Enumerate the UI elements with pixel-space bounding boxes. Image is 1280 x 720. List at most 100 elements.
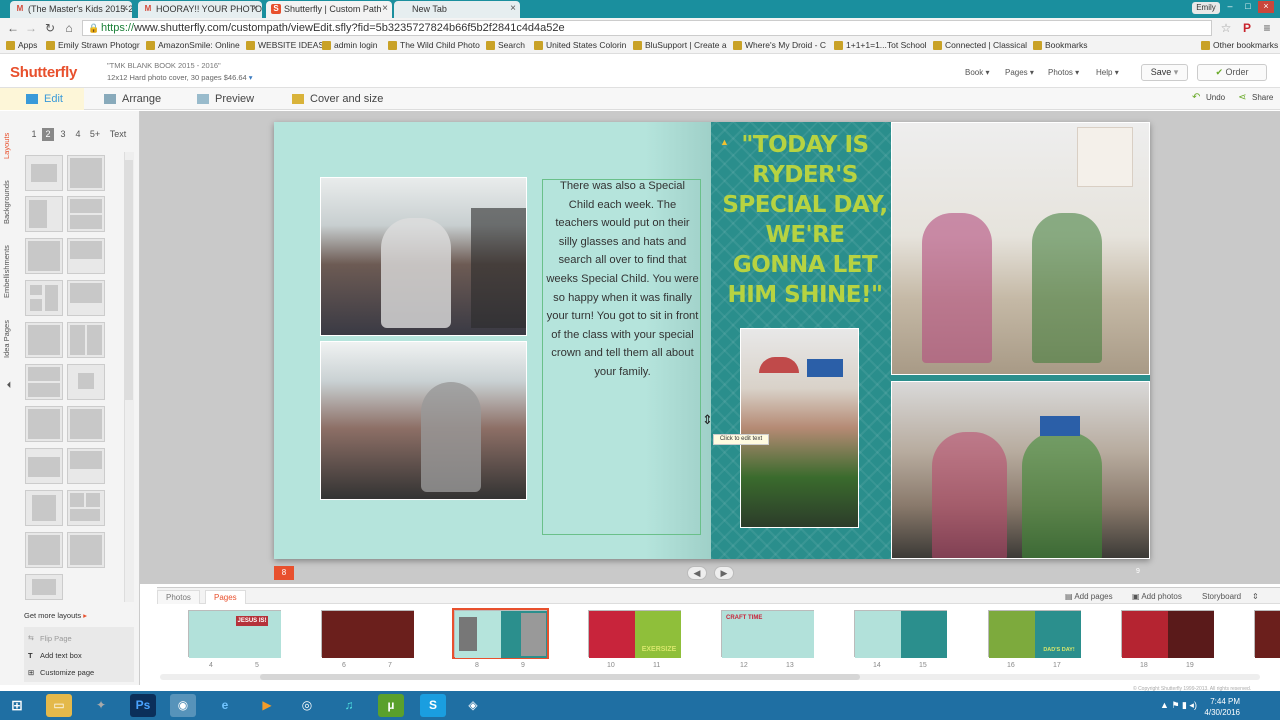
browser-tab-3[interactable]: S Shutterfly | Custom Path × [266,1,392,18]
layout-thumbnail[interactable] [25,490,63,526]
bookmark-apps[interactable]: Apps [6,40,37,50]
project-subtitle[interactable]: 12x12 Hard photo cover, 30 pages $46.64 … [107,73,253,82]
browser-tab-2[interactable]: M HOORAY!! YOUR PHOTO × [138,1,262,18]
menu-icon[interactable]: ≡ [1260,21,1274,35]
layout-thumbnail[interactable] [25,238,63,274]
bookmark-item[interactable]: United States Colorin [534,40,626,50]
bookmark-other[interactable]: Other bookmarks [1201,40,1278,50]
app-circle-icon[interactable]: ◎ [294,694,320,717]
layout-thumbnail[interactable] [25,574,63,600]
spread-thumbnail-10-11[interactable]: EXERSIZE [588,610,681,658]
layout-thumbnail[interactable] [67,364,105,400]
collapse-panel-icon[interactable]: ⏴ [2,380,16,392]
url-input[interactable]: 🔒 https://www.shutterfly.com/custompath/… [82,20,1212,36]
bookmark-item[interactable]: AmazonSmile: Online [146,40,240,50]
prev-page-button[interactable]: ◀ [687,566,707,580]
bookmark-item[interactable]: Emily Strawn Photogr [46,40,140,50]
spread-thumbnail-16-17[interactable]: DAD'S DAY! [988,610,1081,658]
close-icon[interactable]: × [122,3,128,14]
layout-thumbnail[interactable] [25,280,63,316]
add-text-box-button[interactable]: T Add text box [28,651,82,660]
storyboard-button[interactable]: Storyboard [1202,592,1241,601]
layout-thumbnail[interactable] [67,532,105,568]
save-button[interactable]: Save ▾ [1141,64,1188,81]
tab-photos[interactable]: Photos [157,590,200,604]
start-icon[interactable]: ⊞ [4,694,30,717]
undo-button[interactable]: ↶ Undo [1192,92,1225,103]
skype-icon[interactable]: S [420,694,446,717]
minimize-icon[interactable]: – [1222,1,1238,13]
layout-thumbnail[interactable] [67,155,105,191]
bookmark-item[interactable]: Where's My Droid - C [733,40,826,50]
close-icon[interactable]: × [252,3,258,14]
menu-pages[interactable]: Pages ▾ [1005,68,1034,77]
tab-cover-size[interactable]: Cover and size [292,93,383,105]
headphones-icon[interactable]: ♫ [336,694,362,717]
layout-tab-1[interactable]: 1 [28,128,40,141]
maximize-icon[interactable]: □ [1240,1,1256,13]
spread-thumbnail-12-13[interactable]: CRAFT TIME [721,610,814,658]
bookmark-item[interactable]: admin login [322,40,377,50]
forward-icon[interactable]: → [24,21,38,35]
chrome-icon[interactable]: ◉ [170,694,196,717]
spread-thumbnail-4-5[interactable]: JESUS IS! [188,610,281,658]
layout-thumbnail[interactable] [25,155,63,191]
home-icon[interactable]: ⌂ [62,21,76,35]
expand-icon[interactable]: ⇕ [1252,592,1259,601]
vtab-backgrounds[interactable]: Backgrounds [2,176,16,228]
tab-preview[interactable]: Preview [197,93,254,105]
layout-tab-text[interactable]: Text [106,128,130,141]
spread-thumbnail-14-15[interactable] [854,610,947,658]
photo-classroom-1[interactable] [320,177,527,336]
body-text[interactable]: There was also a Special Child each week… [546,177,699,382]
layout-thumbnail[interactable] [67,490,105,526]
layout-tab-5plus[interactable]: 5+ [87,128,103,141]
app-icon[interactable]: ✦ [88,694,114,717]
star-icon[interactable]: ☆ [1219,21,1233,35]
file-explorer-icon[interactable]: ▭ [46,694,72,717]
add-photos-button[interactable]: ▣ Add photos [1132,592,1182,601]
clock-date[interactable]: 4/30/2016 [1204,708,1240,717]
photo-classroom-2[interactable] [320,341,527,500]
layout-thumbnail[interactable] [67,238,105,274]
spread-thumbnail-8-9[interactable] [452,608,549,659]
profile-chip[interactable]: Emily [1192,2,1220,14]
next-page-button[interactable]: ▶ [714,566,734,580]
layout-thumbnail[interactable] [25,322,63,358]
project-title[interactable]: "TMK BLANK BOOK 2015 - 2016" [107,61,221,70]
bookmark-item[interactable]: Bookmarks [1033,40,1088,50]
spread-thumbnail-partial[interactable] [1254,610,1280,658]
photoshop-icon[interactable]: Ps [130,694,156,717]
layout-thumbnail[interactable] [25,364,63,400]
spread-thumbnail-6-7[interactable] [321,610,414,658]
layout-thumbnail[interactable] [67,406,105,442]
layout-thumbnail[interactable] [25,406,63,442]
vtab-embellishments[interactable]: Embellishments [2,240,16,304]
bookmark-item[interactable]: BluSupport | Create a [633,40,727,50]
photo-teacher-child[interactable] [740,328,859,528]
layout-thumbnail[interactable] [67,196,105,232]
clock-time[interactable]: 7:44 PM [1210,697,1240,706]
layout-thumbnail[interactable] [67,322,105,358]
layout-tab-3[interactable]: 3 [57,128,69,141]
bookmark-item[interactable]: WEBSITE IDEAS [246,40,324,50]
browser-tab-4[interactable]: New Tab × [394,1,520,18]
reload-icon[interactable]: ↻ [43,21,57,35]
bookmark-item[interactable]: Search [486,40,525,50]
page-number-left[interactable]: 8 [274,566,294,580]
app-aperture-icon[interactable]: ◈ [460,694,486,717]
quote-text[interactable]: "TODAY IS RYDER'S SPECIAL DAY, WE'RE GON… [722,130,888,310]
vtab-idea-pages[interactable]: Idea Pages [2,316,16,362]
customize-page-button[interactable]: ⊞ Customize page [28,668,94,677]
back-icon[interactable]: ← [6,21,20,35]
menu-book[interactable]: Book ▾ [965,68,989,77]
layout-thumbnail[interactable] [25,448,63,484]
tab-edit[interactable]: Edit [26,93,63,105]
tab-arrange[interactable]: Arrange [104,93,161,105]
layout-tab-4[interactable]: 4 [72,128,84,141]
photo-kids-crowns[interactable] [891,381,1150,559]
shutterfly-logo[interactable]: Shutterfly [10,64,77,81]
tab-pages[interactable]: Pages [205,590,246,604]
browser-tab-1[interactable]: M (The Master's Kids 2015-2 × [10,1,132,18]
layout-thumbnail[interactable] [67,448,105,484]
